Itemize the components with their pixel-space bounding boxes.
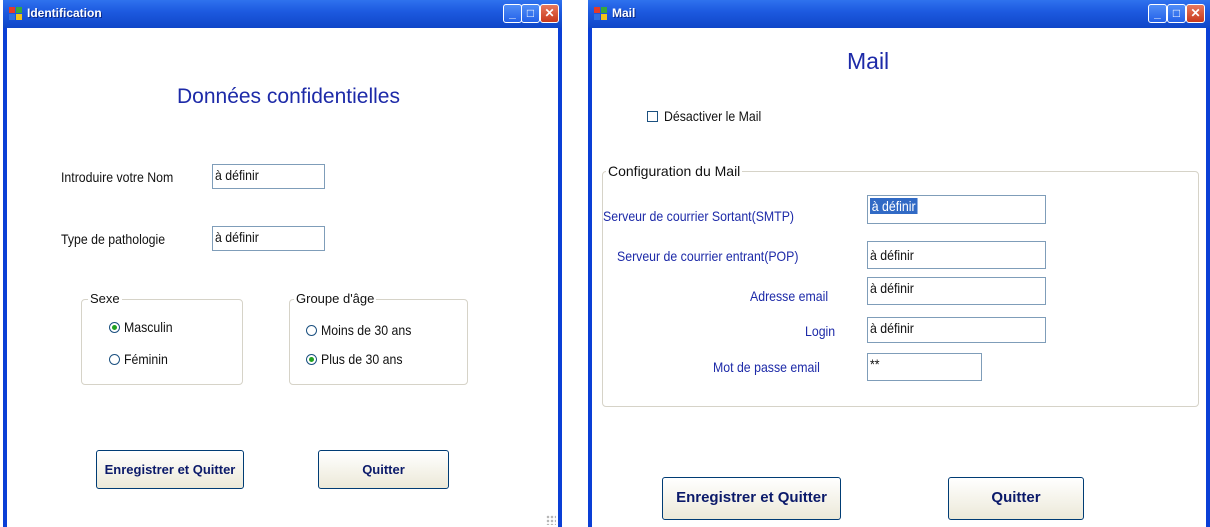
smtp-input[interactable]: à définir	[867, 195, 1046, 224]
smtp-input-value: à définir	[870, 198, 918, 214]
plus-30-radio[interactable]	[306, 354, 317, 365]
age-group: Groupe d'âge Moins de 30 ans Plus de 30 …	[289, 291, 468, 385]
identification-client-area: Données confidentielles Introduire votre…	[7, 28, 558, 527]
app-icon	[594, 7, 608, 21]
quit-button[interactable]: Quitter	[948, 477, 1084, 520]
nom-input[interactable]: à définir	[212, 164, 325, 189]
login-label: Login	[805, 323, 836, 339]
moins-30-label[interactable]: Moins de 30 ans	[321, 322, 411, 338]
age-legend: Groupe d'âge	[294, 291, 377, 306]
pop-label: Serveur de courrier entrant(POP)	[617, 248, 799, 264]
close-icon[interactable]: ✕	[540, 4, 559, 23]
password-input[interactable]: **	[867, 353, 982, 381]
smtp-label: Serveur de courrier Sortant(SMTP)	[603, 208, 795, 224]
minimize-icon[interactable]: _	[503, 4, 522, 23]
pathologie-input[interactable]: à définir	[212, 226, 325, 251]
mail-title-bar[interactable]: Mail _ □ ✕	[588, 0, 1210, 28]
disable-mail-label[interactable]: Désactiver le Mail	[664, 108, 761, 124]
sexe-legend: Sexe	[88, 291, 122, 306]
quit-button[interactable]: Quitter	[318, 450, 449, 489]
quit-label: Quitter	[362, 462, 405, 477]
save-and-quit-label: Enregistrer et Quitter	[104, 462, 236, 477]
password-input-value: **	[870, 356, 880, 372]
mail-window: Mail _ □ ✕ Mail Désactiver le Mail Confi…	[588, 0, 1210, 527]
mail-client-area: Mail Désactiver le Mail Configuration du…	[592, 28, 1206, 527]
feminin-radio[interactable]	[109, 354, 120, 365]
quit-label: Quitter	[991, 489, 1041, 506]
pop-input[interactable]: à définir	[867, 241, 1046, 269]
pathologie-input-value: à définir	[215, 229, 259, 245]
save-and-quit-button[interactable]: Enregistrer et Quitter	[662, 477, 841, 520]
nom-label: Introduire votre Nom	[61, 169, 174, 185]
identification-title-bar[interactable]: Identification _ □ ✕	[3, 0, 562, 28]
maximize-icon[interactable]: □	[1167, 4, 1186, 23]
identification-window: Identification _ □ ✕ Données confidentie…	[3, 0, 562, 527]
window-title: Mail	[612, 6, 636, 20]
page-title: Mail	[847, 48, 890, 74]
maximize-icon[interactable]: □	[521, 4, 540, 23]
app-icon	[9, 7, 23, 21]
resize-grip-icon[interactable]	[546, 515, 556, 525]
disable-mail-checkbox[interactable]	[647, 111, 658, 122]
login-input[interactable]: à définir	[867, 317, 1046, 343]
email-label: Adresse email	[750, 288, 829, 304]
moins-30-radio[interactable]	[306, 325, 317, 336]
masculin-radio[interactable]	[109, 322, 120, 333]
email-input-value: à définir	[870, 280, 914, 296]
password-label: Mot de passe email	[713, 359, 820, 375]
plus-30-label[interactable]: Plus de 30 ans	[321, 351, 403, 367]
page-title: Données confidentielles	[177, 85, 400, 108]
save-and-quit-button[interactable]: Enregistrer et Quitter	[96, 450, 244, 489]
sexe-group: Sexe Masculin Féminin	[81, 291, 243, 385]
mail-config-legend: Configuration du Mail	[606, 163, 743, 179]
minimize-icon[interactable]: _	[1148, 4, 1167, 23]
pop-input-value: à définir	[870, 247, 914, 263]
login-input-value: à définir	[870, 320, 914, 336]
window-title: Identification	[27, 6, 102, 20]
save-and-quit-label: Enregistrer et Quitter	[676, 489, 827, 506]
nom-input-value: à définir	[215, 167, 259, 183]
close-icon[interactable]: ✕	[1186, 4, 1205, 23]
pathologie-label: Type de pathologie	[61, 231, 166, 247]
masculin-label[interactable]: Masculin	[124, 319, 173, 335]
email-input[interactable]: à définir	[867, 277, 1046, 305]
feminin-label[interactable]: Féminin	[124, 351, 168, 367]
